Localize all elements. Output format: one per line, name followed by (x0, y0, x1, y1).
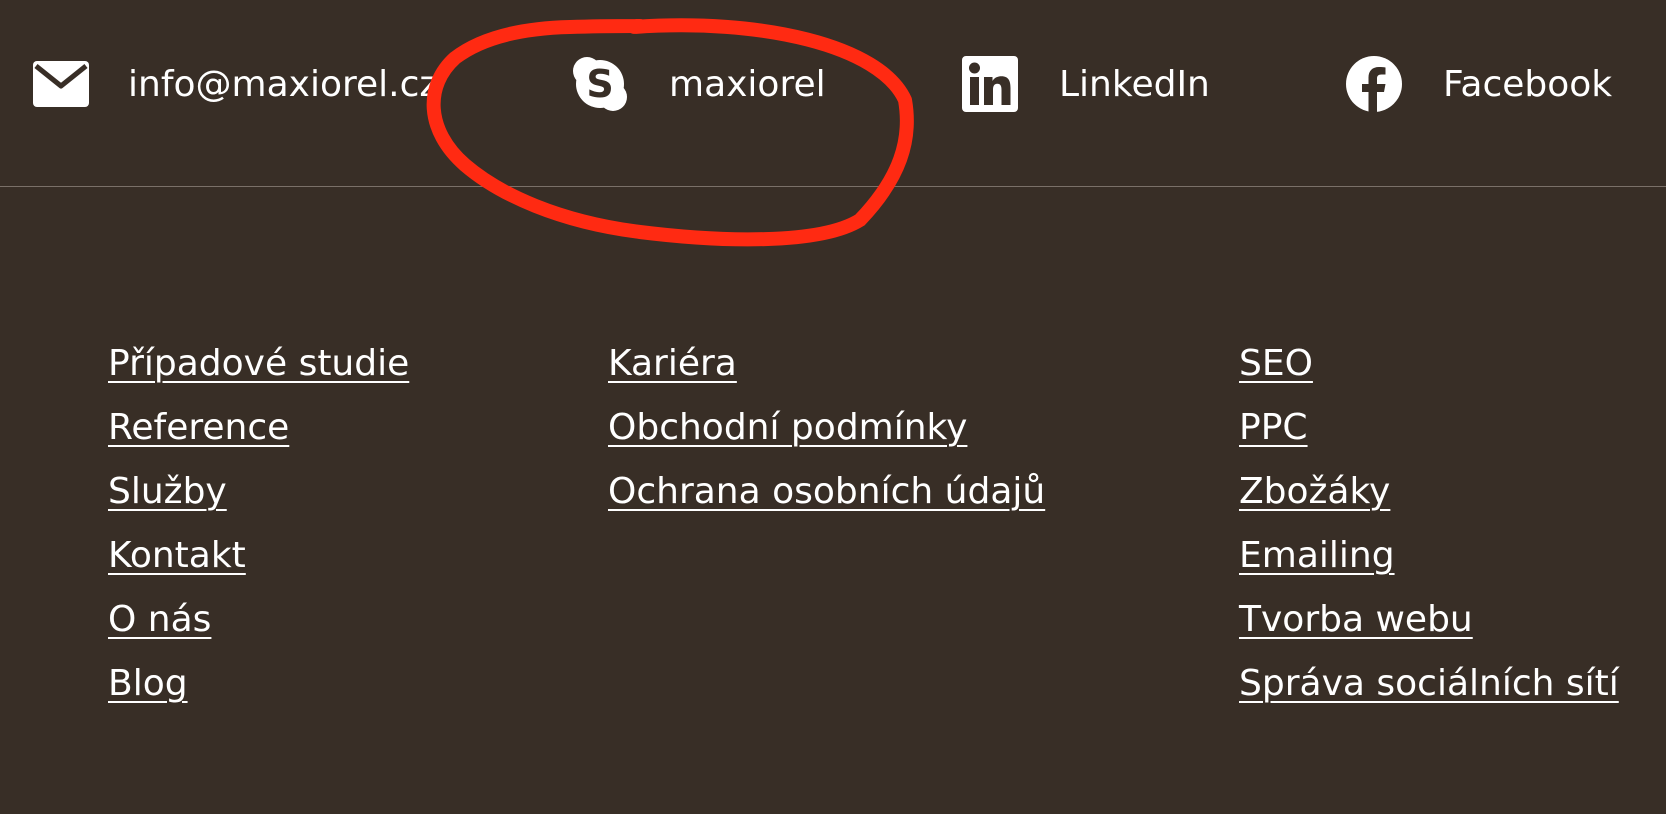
contact-bar: info@maxiorel.cz S maxiorel LinkedIn Fac… (0, 0, 1666, 187)
linkedin-label: LinkedIn (1059, 63, 1210, 105)
footer-link-kariera[interactable]: Kariéra (608, 343, 737, 384)
list-item: Obchodní podmínky (608, 402, 1045, 466)
footer-link-reference[interactable]: Reference (108, 407, 289, 448)
footer-link-pripadove-studie[interactable]: Případové studie (108, 343, 409, 384)
list-item: Emailing (1239, 530, 1619, 594)
email-label: info@maxiorel.cz (128, 63, 439, 105)
footer-links-column-3: SEO PPC Zbožáky Emailing Tvorba webu Spr… (1239, 338, 1619, 722)
list-item: Ochrana osobních údajů (608, 466, 1045, 530)
svg-text:S: S (586, 62, 613, 106)
facebook-label: Facebook (1443, 63, 1613, 105)
footer-link-seo[interactable]: SEO (1239, 343, 1313, 384)
footer-link-blog[interactable]: Blog (108, 663, 188, 704)
footer-link-tvorba-webu[interactable]: Tvorba webu (1239, 599, 1473, 640)
list-item: Správa sociálních sítí (1239, 658, 1619, 722)
list-item: Tvorba webu (1239, 594, 1619, 658)
linkedin-link[interactable]: LinkedIn (961, 50, 1210, 118)
list-item: Blog (108, 658, 409, 722)
envelope-icon (32, 55, 90, 113)
footer-link-kontakt[interactable]: Kontakt (108, 535, 246, 576)
footer-link-sluzby[interactable]: Služby (108, 471, 227, 512)
list-item: Případové studie (108, 338, 409, 402)
skype-label: maxiorel (669, 63, 826, 105)
email-link[interactable]: info@maxiorel.cz (32, 50, 438, 118)
list-item: Kariéra (608, 338, 1045, 402)
list-item: SEO (1239, 338, 1619, 402)
skype-icon: S (571, 55, 629, 113)
list-item: O nás (108, 594, 409, 658)
facebook-icon (1345, 55, 1403, 113)
footer-link-ochrana-osobnich-udaju[interactable]: Ochrana osobních údajů (608, 471, 1045, 512)
footer-link-zbozaky[interactable]: Zbožáky (1239, 471, 1390, 512)
footer-links-column-2: Kariéra Obchodní podmínky Ochrana osobní… (608, 338, 1045, 530)
footer-link-ppc[interactable]: PPC (1239, 407, 1308, 448)
facebook-link[interactable]: Facebook (1345, 50, 1612, 118)
list-item: Služby (108, 466, 409, 530)
footer-link-o-nas[interactable]: O nás (108, 599, 211, 640)
linkedin-icon (961, 55, 1019, 113)
footer-links-column-1: Případové studie Reference Služby Kontak… (108, 338, 409, 722)
list-item: Reference (108, 402, 409, 466)
list-item: PPC (1239, 402, 1619, 466)
footer-link-emailing[interactable]: Emailing (1239, 535, 1395, 576)
footer-link-obchodni-podminky[interactable]: Obchodní podmínky (608, 407, 967, 448)
skype-link[interactable]: S maxiorel (571, 50, 826, 118)
footer-link-sprava-socialnich-siti[interactable]: Správa sociálních sítí (1239, 663, 1619, 704)
list-item: Zbožáky (1239, 466, 1619, 530)
list-item: Kontakt (108, 530, 409, 594)
